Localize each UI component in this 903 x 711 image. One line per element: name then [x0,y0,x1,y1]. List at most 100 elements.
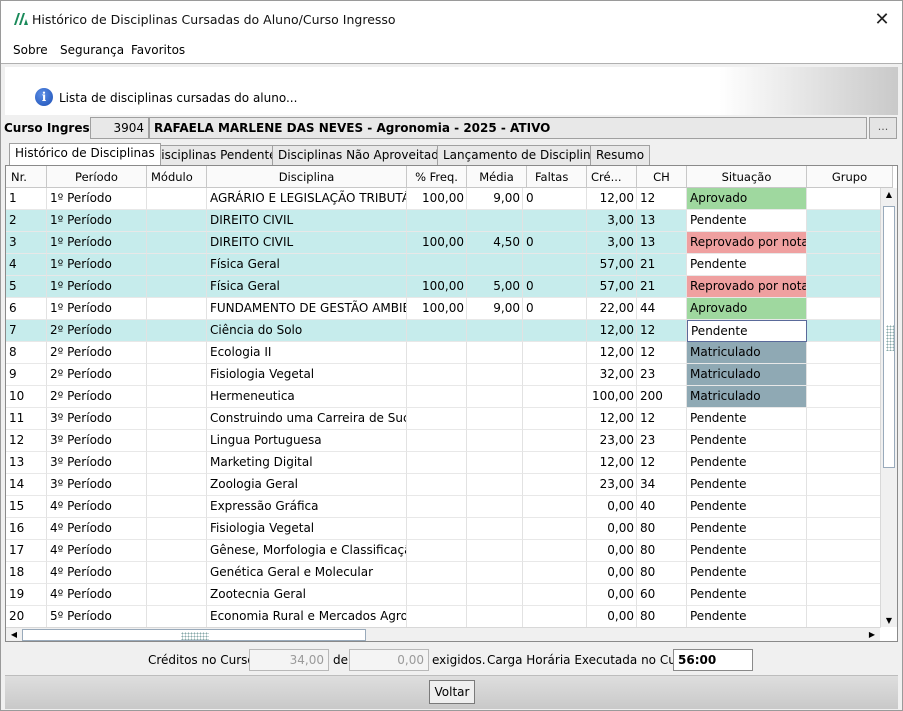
table-row[interactable]: 11º Período AGRÁRIO E LEGISLAÇÃO TRIBUTÁR… [6,188,881,210]
cell-situacao: Reprovado por nota [687,276,807,298]
table-row[interactable]: 16 4º Período Fisiologia Vegetal 0,00 80 Pend… [6,518,881,540]
cell-freq [407,320,467,342]
vertical-scroll-thumb[interactable] [883,206,895,468]
col-nr[interactable]: Nr. [6,166,47,188]
cell-grupo [807,210,881,232]
cell-media: 9,00 [467,298,523,320]
cell-media [467,364,523,386]
table-row[interactable]: 20 5º Período Economia Rural e Mercados Ag… [6,606,881,628]
cell-modulo [147,562,207,584]
cell-periodo: 4º Período [47,496,147,518]
cell-disciplina: Zoologia Geral [207,474,407,496]
cell-ch: 13 [637,210,687,232]
cell-modulo [147,254,207,276]
col-situacao[interactable]: Situação [687,166,807,188]
menu-bar: Sobre Segurança Favoritos [1,38,902,64]
horizontal-scroll-thumb[interactable] [22,629,366,641]
cell-disciplina: Hermeneutica [207,386,407,408]
cell-ch: 12 [637,408,687,430]
cell-freq [407,496,467,518]
table-row[interactable]: 2 1º Período DIREITO CIVIL 3,00 13 Pendente [6,210,881,232]
cell-media [467,210,523,232]
cell-modulo [147,276,207,298]
scroll-left-icon[interactable]: ◀ [6,630,22,639]
curso-name-field[interactable]: RAFAELA MARLENE DAS NEVES - Agronomia - … [149,117,867,139]
table-row[interactable]: 18 4º Período Genética Geral e Molecular 0,… [6,562,881,584]
tab-resumo[interactable]: Resumo [590,145,651,165]
tab-pendentes[interactable]: Disciplinas Pendentes [146,145,289,165]
table-row[interactable]: 13 3º Período Marketing Digital 12,00 12 Pend… [6,452,881,474]
table-row[interactable]: 9 2º Período Fisiologia Vegetal 32,00 23 Matr… [6,364,881,386]
tab-lancamento[interactable]: Lançamento de Disciplinas [437,145,611,165]
cell-periodo: 5º Período [47,606,147,628]
table-row[interactable]: 7 2º Período Ciência do Solo 12,00 12 Pendent… [6,320,881,342]
cell-faltas [523,474,587,496]
cell-modulo [147,540,207,562]
cell-faltas: 0 [523,188,587,210]
cell-nr: 1 [6,188,47,210]
horizontal-scrollbar[interactable]: ◀ ▶ [6,627,880,641]
col-freq[interactable]: % Freq. [407,166,467,188]
table-row[interactable]: 4 1º Período Física Geral 57,00 21 Pendente [6,254,881,276]
exigidos-label: exigidos. [432,653,486,667]
voltar-button[interactable]: Voltar [429,680,475,704]
table-row[interactable]: 17 4º Período Gênese, Morfologia e Classif… [6,540,881,562]
menu-sobre[interactable]: Sobre [13,43,48,57]
tab-nao-aproveitadas[interactable]: Disciplinas Não Aproveitadas [272,145,459,165]
cell-disciplina: DIREITO CIVIL [207,232,407,254]
menu-favoritos[interactable]: Favoritos [131,43,185,57]
cell-grupo [807,430,881,452]
scroll-right-icon[interactable]: ▶ [864,630,880,639]
table-row[interactable]: 14 3º Período Zoologia Geral 23,00 34 Pendent… [6,474,881,496]
cell-media [467,430,523,452]
cell-nr: 12 [6,430,47,452]
cell-modulo [147,474,207,496]
cell-faltas [523,540,587,562]
cell-modulo [147,386,207,408]
table-row[interactable]: 8 2º Período Ecologia II 12,00 12 Matriculado [6,342,881,364]
table-row[interactable]: 3 1º Período DIREITO CIVIL 100,00 4,50 0 3,00 1… [6,232,881,254]
cell-periodo: 2º Período [47,320,147,342]
vertical-scrollbar[interactable]: ▲ ▼ [880,188,897,627]
cell-media: 9,00 [467,188,523,210]
curso-code-field[interactable]: 3904 [90,117,149,139]
cell-nr: 5 [6,276,47,298]
menu-seguranca[interactable]: Segurança [60,43,124,57]
col-faltas[interactable]: Faltas [527,166,587,188]
cell-disciplina: FUNDAMENTO DE GESTÃO AMBIE... [207,298,407,320]
carga-horaria-label: Carga Horária Executada no Curso: [487,653,699,667]
col-periodo[interactable]: Período [47,166,147,188]
col-disciplina[interactable]: Disciplina [207,166,407,188]
col-modulo[interactable]: Módulo [147,166,207,188]
cell-ch: 80 [637,606,687,628]
cell-periodo: 4º Período [47,584,147,606]
table-row[interactable]: 6 1º Período FUNDAMENTO DE GESTÃO AMBIE...… [6,298,881,320]
table-row[interactable]: 19 4º Período Zootecnia Geral 0,00 60 Pendent… [6,584,881,606]
col-grupo[interactable]: Grupo [807,166,893,188]
cell-nr: 10 [6,386,47,408]
scroll-down-icon[interactable]: ▼ [881,616,897,625]
cell-nr: 19 [6,584,47,606]
cell-nr: 11 [6,408,47,430]
cell-creditos: 57,00 [587,254,637,276]
table-row[interactable]: 10 2º Período Hermeneutica 100,00 200 Matricu… [6,386,881,408]
cell-ch: 12 [637,452,687,474]
cell-situacao: Pendente [687,584,807,606]
col-media[interactable]: Média [467,166,527,188]
cell-situacao: Pendente [687,210,807,232]
cell-ch: 44 [637,298,687,320]
col-creditos[interactable]: Cré... [587,166,637,188]
table-row[interactable]: 11 3º Período Construindo uma Carreira de … [6,408,881,430]
table-row[interactable]: 15 4º Período Expressão Gráfica 0,00 40 Pende… [6,496,881,518]
curso-lookup-button[interactable]: ... [869,117,897,139]
table-row[interactable]: 5 1º Período Física Geral 100,00 5,00 0 57,00 2… [6,276,881,298]
de-label: de [333,653,348,667]
col-ch[interactable]: CH [637,166,687,188]
close-icon[interactable]: ✕ [862,1,902,37]
table-row[interactable]: 12 3º Período Lingua Portuguesa 23,00 23 Pend… [6,430,881,452]
cell-modulo [147,342,207,364]
cell-freq [407,364,467,386]
scroll-up-icon[interactable]: ▲ [881,190,897,199]
creditos-label: Créditos no Curso: [148,653,259,667]
tab-historico[interactable]: Histórico de Disciplinas [9,143,161,165]
